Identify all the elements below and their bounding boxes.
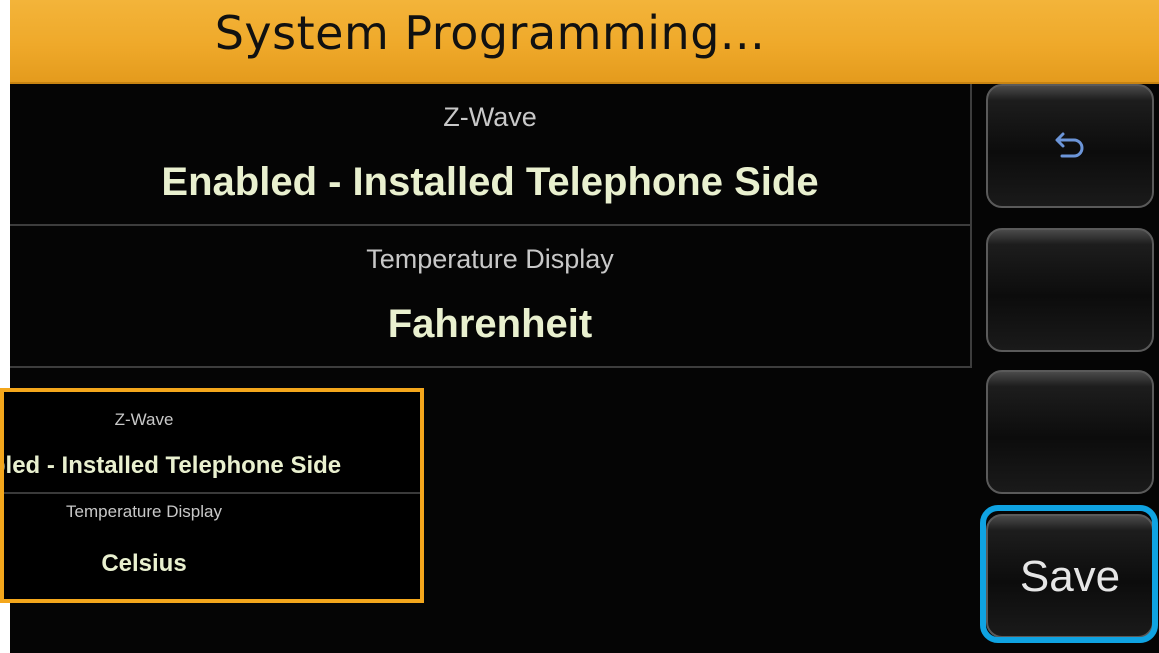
inset-row-zwave: Z-Wave Enabled - Installed Telephone Sid… [4,392,420,494]
inset-value: Enabled - Installed Telephone Side [4,452,342,479]
setting-label: Temperature Display [366,244,614,274]
setting-row-temperature-display[interactable]: Temperature Display Fahrenheit [10,226,972,368]
inset-label: Temperature Display [66,502,222,521]
setting-label: Z-Wave [443,102,537,132]
save-button-highlight [980,505,1158,643]
back-arrow-icon [1048,126,1088,166]
inset-label: Z-Wave [114,410,174,429]
blank-side-button-2[interactable] [986,228,1154,352]
celsius-inset-callout: Z-Wave Enabled - Installed Telephone Sid… [0,388,424,603]
back-button[interactable] [986,84,1154,208]
blank-side-button-3[interactable] [986,370,1154,494]
setting-value: Fahrenheit [387,302,593,346]
setting-value: Enabled - Installed Telephone Side [161,160,819,204]
inset-row-temperature-display: Temperature Display Celsius [4,494,420,599]
inset-value: Celsius [101,550,187,577]
page-title: System Programming... [214,6,766,60]
setting-row-zwave[interactable]: Z-Wave Enabled - Installed Telephone Sid… [10,84,972,226]
title-bar: System Programming... [10,0,1159,84]
